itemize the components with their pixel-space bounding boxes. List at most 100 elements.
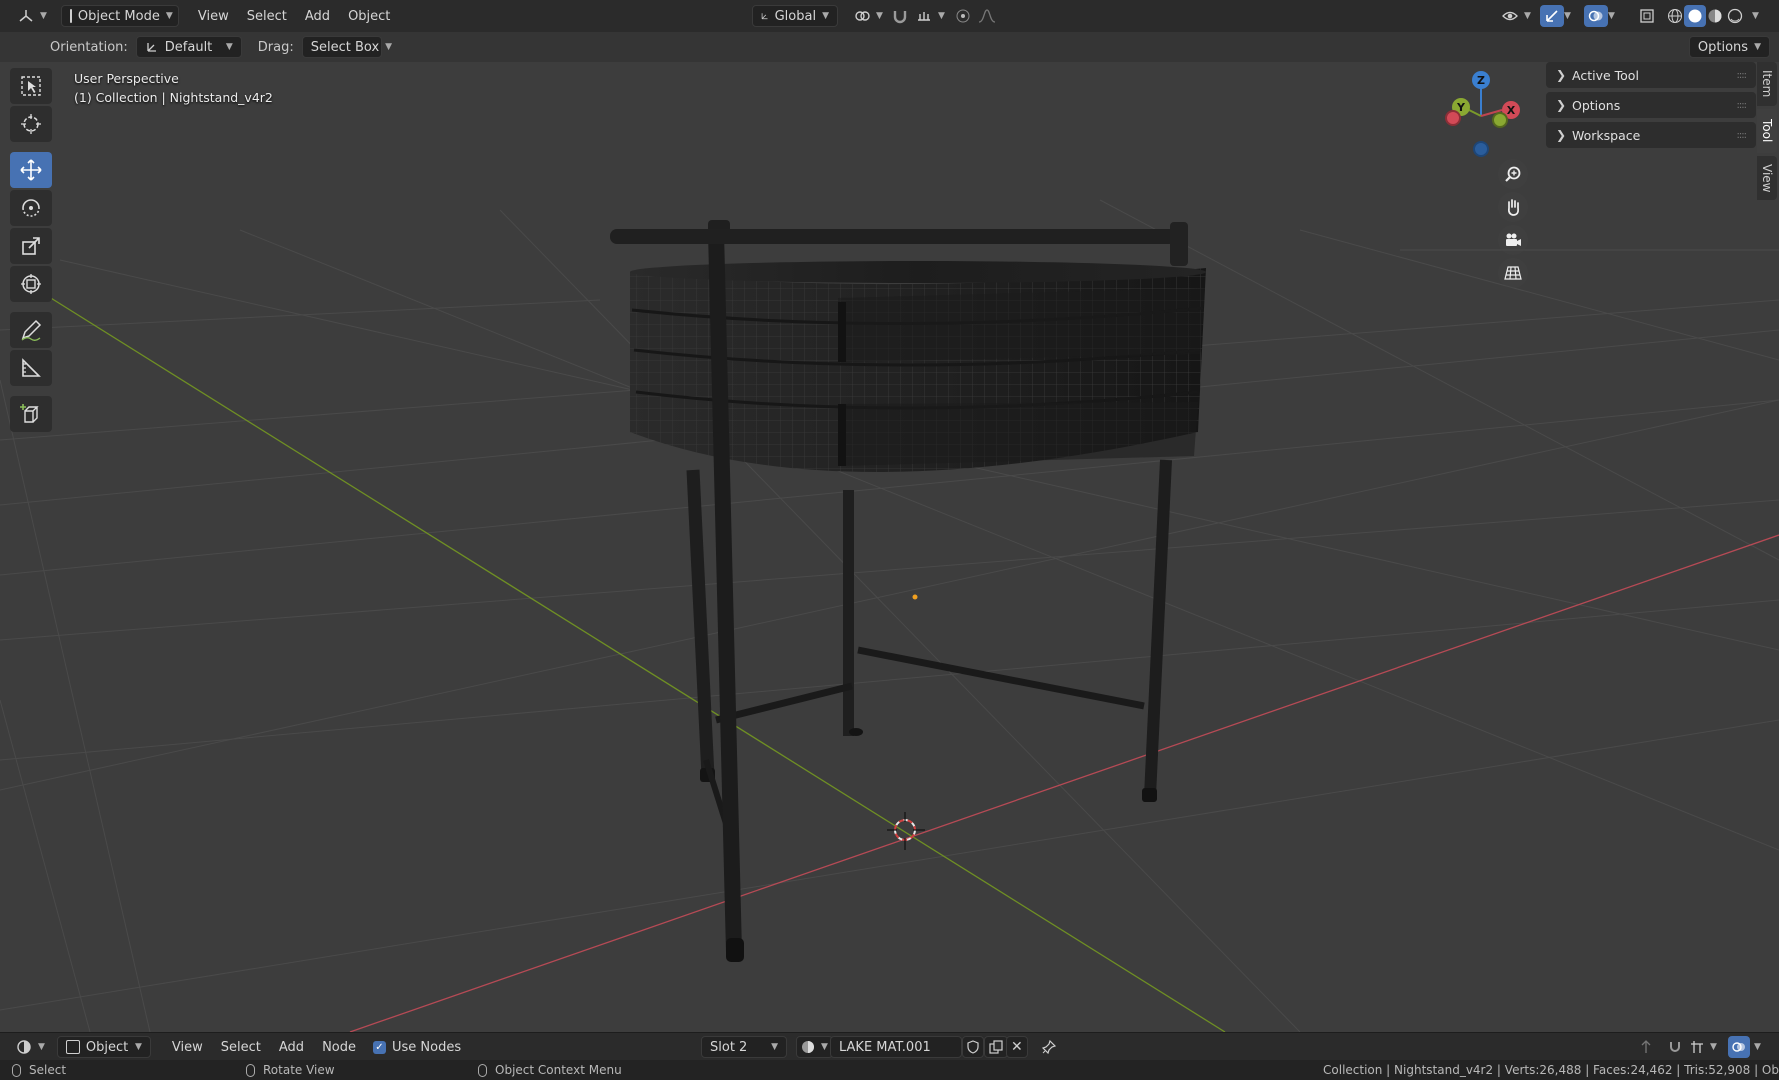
magnet-icon (893, 11, 907, 24)
annotate-tool[interactable] (10, 312, 52, 348)
panel-options[interactable]: ❯ Options :::: (1546, 92, 1756, 118)
shading-dropdown[interactable]: ▼ (1748, 5, 1763, 27)
pin-button[interactable] (1034, 1036, 1064, 1058)
menu-object[interactable]: Object (339, 5, 399, 27)
navigation-gizmo[interactable]: Z Y X (1440, 68, 1520, 164)
drag-dropdown[interactable]: Select Box ▼ (301, 36, 392, 58)
status-bar: Select Rotate View Object Context Menu C… (0, 1060, 1779, 1080)
transform-orientation-dropdown[interactable]: Global ▼ (752, 5, 838, 27)
use-nodes-checkbox[interactable]: ✓ Use Nodes (365, 1036, 469, 1058)
node-snap-mode-button[interactable]: ▼ (1686, 1036, 1721, 1058)
pan-button[interactable] (1498, 192, 1528, 222)
node-overlays-dropdown[interactable]: ▼ (1750, 1036, 1765, 1058)
gizmo-neg-x-axis[interactable] (1445, 110, 1461, 126)
zoom-button[interactable] (1498, 159, 1528, 189)
status-select-label: Select (29, 1063, 67, 1077)
panel-active-tool[interactable]: ❯ Active Tool :::: (1546, 62, 1756, 88)
add-cube-icon (20, 404, 39, 423)
overlays-icon (1732, 1042, 1745, 1052)
wireframe-shading-button[interactable] (1664, 5, 1686, 27)
rendered-shading-button[interactable] (1724, 5, 1746, 27)
xray-toggle[interactable] (1636, 5, 1658, 27)
rotate-tool[interactable] (10, 190, 52, 226)
material-shading-button[interactable] (1704, 5, 1726, 27)
move-arrows-icon (20, 159, 42, 181)
object-mode-icon (69, 9, 72, 23)
sidebar-panel: ❯ Active Tool :::: ❯ Options :::: ❯ Work… (1546, 62, 1756, 152)
chevron-right-icon: ❯ (1556, 98, 1567, 112)
node-editor-icon (17, 1040, 31, 1054)
use-nodes-label: Use Nodes (392, 1039, 462, 1055)
snap-grid-icon (1691, 1041, 1703, 1053)
drag-grip-icon[interactable]: :::: (1737, 100, 1748, 111)
status-context-hint: Object Context Menu (478, 1063, 622, 1077)
tab-item[interactable]: Item (1757, 62, 1777, 106)
gizmo-dropdown[interactable]: ▼ (1560, 5, 1575, 27)
menu-add[interactable]: Add (296, 5, 339, 27)
move-tool[interactable] (10, 152, 52, 188)
unlink-material-button[interactable]: ✕ (1006, 1036, 1028, 1058)
shader-type-dropdown[interactable]: Object ▼ (56, 1036, 151, 1058)
object-visibility-button[interactable]: ▼ (1494, 5, 1539, 27)
sidebar-tabs: Item Tool View (1757, 62, 1779, 203)
node-snap-toggle[interactable] (1664, 1036, 1686, 1058)
arrow-up-icon (1641, 1040, 1651, 1053)
ruler-icon (22, 358, 41, 377)
node-overlays-toggle[interactable] (1728, 1036, 1750, 1058)
duplicate-material-button[interactable] (984, 1036, 1008, 1058)
menu-select[interactable]: Select (212, 1036, 270, 1058)
snap-target-button[interactable]: ▼ (908, 5, 953, 27)
measure-tool[interactable] (10, 350, 52, 386)
perspective-toggle-button[interactable] (1498, 258, 1528, 288)
camera-view-button[interactable] (1498, 225, 1528, 255)
rendered-sphere-icon (1727, 8, 1743, 24)
orientation-dropdown[interactable]: Default ▼ (135, 36, 242, 58)
gizmo-z-axis[interactable]: Z (1472, 71, 1490, 89)
falloff-button[interactable] (970, 5, 1004, 27)
tab-view[interactable]: View (1757, 156, 1777, 200)
drag-grip-icon[interactable]: :::: (1737, 130, 1748, 141)
camera-icon (1506, 233, 1521, 246)
panel-workspace[interactable]: ❯ Workspace :::: (1546, 122, 1756, 148)
transform-icon (21, 274, 41, 294)
mode-dropdown[interactable]: Object Mode ▼ (60, 5, 179, 27)
orientation-label: Orientation: (50, 39, 128, 55)
drag-label: Drag: (257, 39, 294, 55)
scale-tool[interactable] (10, 228, 52, 264)
options-button[interactable]: Options ▼ (1688, 36, 1770, 58)
material-browse-button[interactable]: ▼ (796, 1036, 833, 1058)
shield-icon (967, 1040, 979, 1054)
fake-user-button[interactable] (962, 1036, 984, 1058)
select-box-tool[interactable] (10, 68, 52, 104)
add-cube-tool[interactable] (10, 396, 52, 432)
parent-node-tree-button[interactable] (1636, 1036, 1656, 1058)
menu-view[interactable]: View (189, 5, 238, 27)
proportional-edit-icon (956, 9, 970, 23)
cursor-icon (21, 114, 41, 134)
material-name: LAKE MAT.001 (839, 1039, 931, 1055)
editor-type-button[interactable]: ▼ (8, 1036, 53, 1058)
overlays-dropdown[interactable]: ▼ (1604, 5, 1619, 27)
orientation-icon (761, 13, 768, 20)
collection-info: (1) Collection | Nightstand_v4r2 (74, 90, 273, 105)
slot-dropdown[interactable]: Slot 2 ▼ (701, 1036, 787, 1058)
close-icon: ✕ (1011, 1039, 1023, 1055)
tab-tool[interactable]: Tool (1757, 109, 1777, 153)
menu-view[interactable]: View (163, 1036, 212, 1058)
editor-type-button[interactable]: ▼ (10, 5, 55, 27)
transform-tool[interactable] (10, 266, 52, 302)
menu-add[interactable]: Add (270, 1036, 313, 1058)
drag-grip-icon[interactable]: :::: (1737, 70, 1748, 81)
menu-select[interactable]: Select (238, 5, 296, 27)
solid-shading-button[interactable] (1684, 5, 1706, 27)
viewport-header: ▼ Object Mode ▼ View Select Add Object G… (0, 0, 1779, 32)
overlays-icon (1588, 10, 1603, 22)
cursor-tool[interactable] (10, 106, 52, 142)
gizmo-neg-z-axis[interactable] (1473, 141, 1489, 157)
select-box-icon (21, 76, 41, 96)
menu-node[interactable]: Node (313, 1036, 365, 1058)
panel-options-label: Options (1572, 97, 1621, 113)
material-name-field[interactable]: LAKE MAT.001 (830, 1036, 962, 1058)
x-axis-line (349, 534, 1779, 1032)
gizmo-neg-y-axis[interactable] (1492, 112, 1508, 128)
